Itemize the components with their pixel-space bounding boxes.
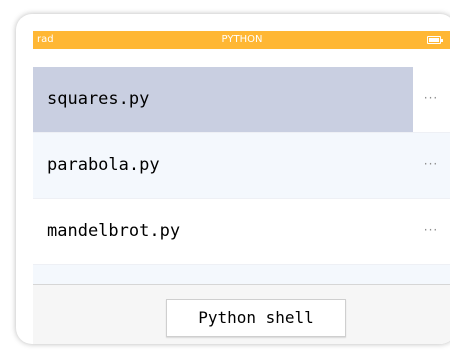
app-title: PYTHON [221, 34, 263, 45]
more-options-icon[interactable]: ··· [417, 199, 445, 264]
script-row-mandelbrot[interactable]: mandelbrot.py ··· [33, 199, 450, 265]
script-name[interactable]: parabola.py [33, 133, 413, 198]
status-bar: rad PYTHON [33, 31, 450, 49]
calculator-screen: rad PYTHON squares.py ··· parabola.py ··… [33, 31, 450, 344]
script-name[interactable]: squares.py [33, 67, 413, 132]
python-shell-button[interactable]: Python shell [166, 299, 346, 337]
script-name[interactable]: mandelbrot.py [33, 199, 413, 264]
calculator-device: rad PYTHON squares.py ··· parabola.py ··… [16, 14, 450, 344]
battery-full-icon [427, 36, 443, 44]
footer-bar: Python shell [33, 284, 450, 344]
script-row-squares[interactable]: squares.py ··· [33, 67, 450, 133]
more-options-icon[interactable]: ··· [417, 133, 445, 198]
script-row-parabola[interactable]: parabola.py ··· [33, 133, 450, 199]
script-list: squares.py ··· parabola.py ··· mandelbro… [33, 67, 450, 301]
more-options-icon[interactable]: ··· [417, 67, 445, 132]
